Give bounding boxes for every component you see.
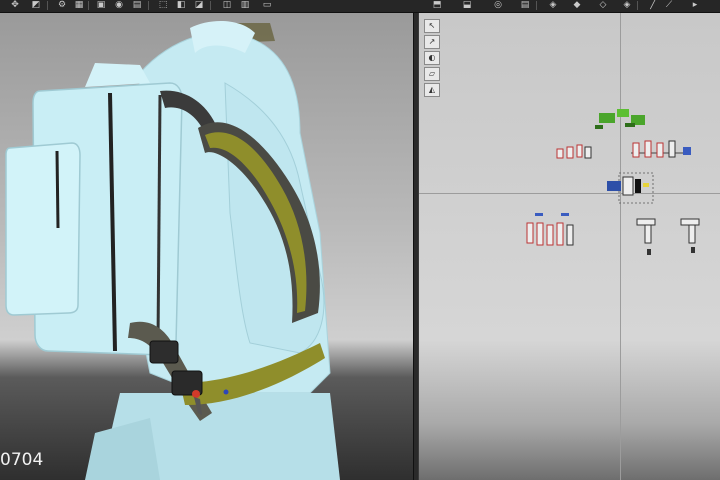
red-marker: [192, 390, 200, 398]
line-tool-icon[interactable]: ⟋: [664, 1, 674, 10]
green-pattern-pieces: [595, 109, 645, 129]
toolbar-separator: [637, 1, 638, 10]
fold-icon[interactable]: ◪: [194, 1, 204, 10]
pattern-cluster-right-lower: [636, 218, 700, 255]
toolbar-separator: [210, 1, 211, 10]
transform-icon[interactable]: ◩: [31, 1, 41, 10]
avatar-with-backpack[interactable]: [0, 13, 413, 480]
circle-icon[interactable]: ◎: [493, 1, 503, 10]
3d-viewport[interactable]: 0704: [0, 13, 413, 480]
buckle: [149, 340, 179, 364]
segment-icon[interactable]: ◧: [176, 1, 186, 10]
more-icon[interactable]: ▸: [690, 1, 700, 10]
sphere-icon[interactable]: ◉: [114, 1, 124, 10]
frame-counter: 0704: [0, 450, 44, 470]
edit-icon[interactable]: ⬓: [462, 1, 472, 10]
grid-icon[interactable]: ▦: [74, 1, 84, 10]
toolbar-separator: [47, 1, 48, 10]
tool-icon[interactable]: ◈: [622, 1, 632, 10]
blue-marker: [223, 389, 229, 395]
pattern-icon[interactable]: ⬚: [158, 1, 168, 10]
pattern-pieces[interactable]: [419, 13, 720, 480]
layers-icon[interactable]: ▤: [132, 1, 142, 10]
box-icon[interactable]: ▣: [96, 1, 106, 10]
toolbar-separator: [88, 1, 89, 10]
pocket-zipper: [55, 150, 60, 229]
toolbar-separator: [536, 1, 537, 10]
gear-icon[interactable]: ⚙: [57, 1, 67, 10]
selected-pattern-piece: [607, 172, 654, 204]
pattern-tool-icon[interactable]: ⬒: [432, 1, 442, 10]
main-toolbar: ✥ ◩ ⚙ ▦ ▣ ◉ ▤ ⬚ ◧ ◪ ◫ ▥ ▭ ⬒ ⬓ ◎ ▤ ◈ ◆ ◇ …: [0, 0, 720, 13]
pen-icon[interactable]: ◇: [598, 1, 608, 10]
pattern-cluster-left-upper: [556, 144, 592, 159]
backpack-top-flap: [85, 63, 150, 87]
back-leg: [85, 418, 160, 480]
toolbar-separator: [148, 1, 149, 10]
backpack-side-pocket: [5, 142, 81, 316]
layout-icon[interactable]: ▤: [520, 1, 530, 10]
pattern-cluster-left-lower: [526, 213, 574, 246]
pattern-cluster-right-upper: [631, 140, 691, 158]
sewing-icon[interactable]: ▥: [240, 1, 250, 10]
pin-icon[interactable]: ◫: [222, 1, 232, 10]
move-icon[interactable]: ✥: [10, 1, 20, 10]
check-icon[interactable]: ▭: [262, 1, 272, 10]
brush-icon[interactable]: ◈: [548, 1, 558, 10]
draw-icon[interactable]: ╱: [648, 1, 658, 10]
line-icon[interactable]: ◆: [572, 1, 582, 10]
backpack-zipper-side: [156, 94, 162, 344]
2d-pattern-viewport[interactable]: ↖ ↗ ◐ ▱ ◭: [419, 13, 720, 480]
